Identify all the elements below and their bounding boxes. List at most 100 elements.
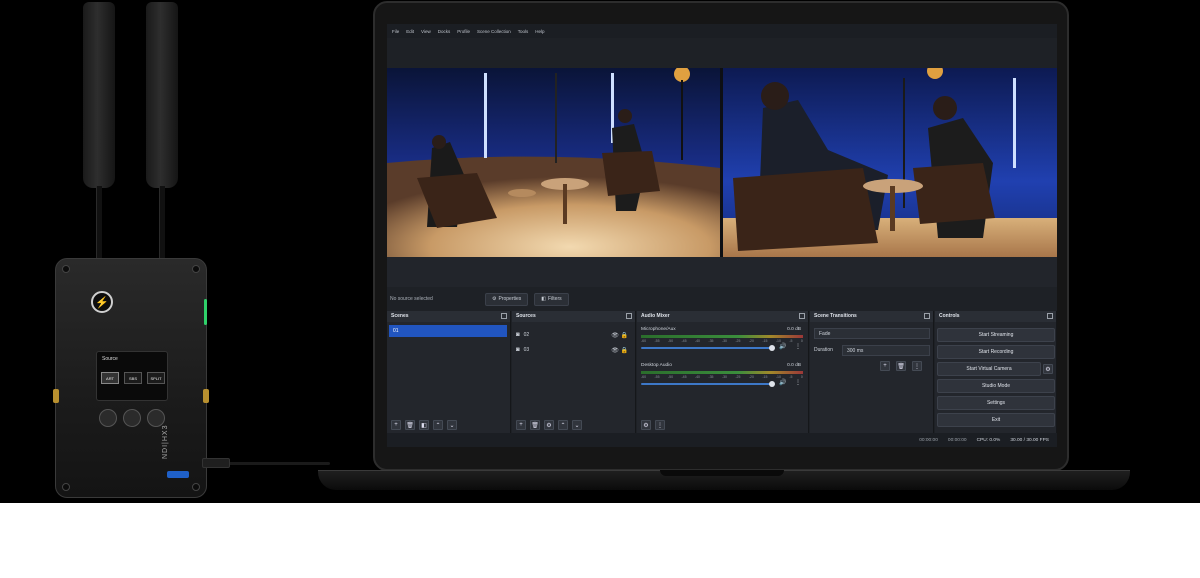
scene-item[interactable]: 01 bbox=[389, 325, 507, 337]
audio-mixer-dock: Audio Mixer Microphone/Aux 0.0 dB -60 -55… bbox=[637, 311, 809, 433]
filter-icon: ◧ bbox=[541, 296, 547, 302]
tick: -50 bbox=[667, 375, 674, 379]
tick: -45 bbox=[681, 375, 687, 379]
device-mode: ART bbox=[101, 372, 119, 384]
remove-source-icon[interactable]: 🗑 bbox=[530, 420, 540, 430]
tick: -15 bbox=[762, 339, 768, 343]
scenes-dock: Scenes 01 + 🗑 ◧ ⌃ ⌄ bbox=[387, 311, 511, 433]
move-down-icon[interactable]: ⌄ bbox=[572, 420, 582, 430]
source-properties-icon[interactable]: ⚙ bbox=[544, 420, 554, 430]
screw bbox=[62, 483, 70, 491]
program-preview[interactable] bbox=[387, 68, 1057, 257]
duration-input[interactable]: 300 ms bbox=[842, 345, 930, 356]
start-recording-button[interactable]: Start Recording bbox=[937, 345, 1055, 359]
remove-scene-icon[interactable]: 🗑 bbox=[405, 420, 415, 430]
volume-slider[interactable] bbox=[641, 383, 773, 385]
add-transition-icon[interactable]: + bbox=[880, 361, 890, 371]
menu-docks[interactable]: Docks bbox=[438, 29, 451, 34]
channel-db: 0.0 dB bbox=[787, 327, 801, 332]
device-button bbox=[123, 409, 141, 427]
scene-filters-icon[interactable]: ◧ bbox=[419, 420, 429, 430]
device-brand: NDI|HX3 bbox=[162, 424, 169, 460]
connector-port bbox=[203, 389, 209, 403]
device-screen: Source ART SBS SPLIT bbox=[96, 351, 168, 401]
visibility-lock-icons[interactable]: 👁 🔒 bbox=[611, 347, 628, 354]
tick: -25 bbox=[735, 339, 741, 343]
tick: -30 bbox=[721, 375, 727, 379]
virtual-camera-settings-icon[interactable]: ⚙ bbox=[1043, 364, 1053, 374]
transition-select[interactable]: Fade bbox=[814, 328, 930, 339]
menu-scene-collection[interactable]: Scene Collection bbox=[477, 29, 511, 34]
menu-help[interactable]: Help bbox=[535, 29, 544, 34]
level-meter bbox=[641, 371, 803, 374]
tick: -30 bbox=[721, 339, 727, 343]
undock-icon[interactable] bbox=[501, 313, 507, 319]
mixer-toolbar: ⚙ ⋮ bbox=[637, 417, 808, 433]
start-virtual-camera-button[interactable]: Start Virtual Camera bbox=[937, 362, 1041, 376]
record-time: 00:00:00 bbox=[947, 437, 967, 443]
undock-icon[interactable] bbox=[799, 313, 805, 319]
exit-button[interactable]: Exit bbox=[937, 413, 1055, 427]
menu-profile[interactable]: Profile bbox=[457, 29, 470, 34]
mixer-channel: Microphone/Aux 0.0 dB -60 -55 -50 -45 -40 -35… bbox=[641, 327, 805, 357]
menu-edit[interactable]: Edit bbox=[406, 29, 414, 34]
menu-view[interactable]: View bbox=[421, 29, 431, 34]
remove-transition-icon[interactable]: 🗑 bbox=[896, 361, 906, 371]
move-up-icon[interactable]: ⌃ bbox=[433, 420, 443, 430]
fps-readout: 30.00 / 30.00 FPS bbox=[1010, 437, 1049, 443]
tick: -15 bbox=[762, 375, 768, 379]
move-down-icon[interactable]: ⌄ bbox=[447, 420, 457, 430]
encoder-device: ⚡ Source ART SBS SPLIT NDI|HX3 bbox=[53, 258, 209, 498]
mixer-channel: Desktop Audio 0.0 dB -60 -55 -50 -45 -40 -35-… bbox=[641, 363, 805, 393]
volume-knob[interactable] bbox=[769, 345, 775, 351]
tick: -50 bbox=[667, 339, 674, 343]
undock-icon[interactable] bbox=[924, 313, 930, 319]
no-source-label: No source selected bbox=[390, 296, 433, 302]
volume-knob[interactable] bbox=[769, 381, 775, 387]
usb-port bbox=[167, 471, 189, 478]
add-source-icon[interactable]: + bbox=[516, 420, 526, 430]
tick: -40 bbox=[694, 375, 700, 379]
undock-icon[interactable] bbox=[1047, 313, 1053, 319]
undock-icon[interactable] bbox=[626, 313, 632, 319]
status-led bbox=[204, 299, 207, 325]
gear-icon: ⚙ bbox=[492, 296, 497, 302]
filters-button[interactable]: ◧ Filters bbox=[534, 292, 569, 306]
mixer-menu-icon[interactable]: ⋮ bbox=[655, 420, 665, 430]
transition-menu-icon[interactable]: ⋮ bbox=[912, 361, 922, 371]
antenna-left bbox=[83, 2, 115, 188]
settings-button[interactable]: Settings bbox=[937, 396, 1055, 410]
transitions-title: Scene Transitions bbox=[810, 311, 933, 322]
advanced-audio-icon[interactable]: ⚙ bbox=[641, 420, 651, 430]
speaker-icon[interactable]: 🔊 bbox=[779, 343, 786, 350]
move-up-icon[interactable]: ⌃ bbox=[558, 420, 568, 430]
usb-plug bbox=[202, 458, 230, 468]
tick: -5 bbox=[789, 339, 793, 343]
menu-tools[interactable]: Tools bbox=[518, 29, 529, 34]
more-options-icon[interactable]: ⋮ bbox=[795, 379, 801, 386]
studio-mode-button[interactable]: Studio Mode bbox=[937, 379, 1055, 393]
source-item[interactable]: ◙ 03 👁 🔒 bbox=[516, 345, 634, 355]
volume-slider[interactable] bbox=[641, 347, 773, 349]
properties-label: Properties bbox=[498, 296, 522, 302]
start-streaming-button[interactable]: Start Streaming bbox=[937, 328, 1055, 342]
brand-logo-icon: ⚡ bbox=[91, 291, 113, 313]
channel-db: 0.0 dB bbox=[787, 363, 801, 368]
level-meter bbox=[641, 335, 803, 338]
tick: -35 bbox=[708, 339, 714, 343]
visibility-lock-icons[interactable]: 👁 🔒 bbox=[611, 332, 628, 339]
source-toolbar: No source selected ⚙ Properties ◧ Filters bbox=[387, 290, 1057, 308]
source-item[interactable]: ◙ 02 👁 🔒 bbox=[516, 330, 634, 340]
menu-file[interactable]: File bbox=[392, 29, 399, 34]
device-buttons bbox=[96, 409, 168, 431]
preview-lower-strip bbox=[387, 257, 1057, 287]
tick: -45 bbox=[681, 339, 687, 343]
properties-button[interactable]: ⚙ Properties bbox=[485, 292, 529, 306]
preview-camera-close bbox=[723, 68, 1057, 257]
cpu-usage: CPU: 0.0% bbox=[976, 437, 1001, 443]
tick: -25 bbox=[735, 375, 741, 379]
speaker-icon[interactable]: 🔊 bbox=[779, 379, 786, 386]
more-options-icon[interactable]: ⋮ bbox=[795, 343, 801, 350]
add-scene-icon[interactable]: + bbox=[391, 420, 401, 430]
tick: -55 bbox=[654, 339, 660, 343]
